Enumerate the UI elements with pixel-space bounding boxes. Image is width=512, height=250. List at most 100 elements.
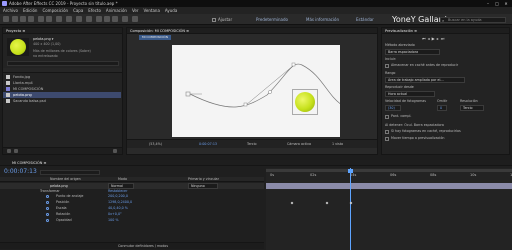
menu-item-7[interactable]: Ventana — [143, 8, 159, 13]
menu-item-8[interactable]: Ayuda — [165, 8, 177, 13]
close-icon[interactable]: ✕ — [503, 1, 509, 6]
layer-parent-select[interactable]: Ninguno — [188, 183, 218, 189]
property-value[interactable]: 100 % — [108, 218, 118, 223]
file-thumbnail — [7, 38, 29, 56]
resolution-select[interactable]: Tercio — [460, 105, 484, 111]
workspace-learn[interactable]: Más información — [306, 16, 339, 23]
zoom-select[interactable]: (53,4%) — [149, 140, 162, 149]
project-item-name: Llanta.mp4 — [13, 81, 33, 85]
file-description-2: no entrelazado — [33, 54, 58, 58]
align-toggle[interactable]: Ajustar — [212, 16, 232, 23]
project-item[interactable]: Sacando balsa.psd — [3, 98, 121, 104]
roto-tool-icon[interactable] — [122, 16, 128, 22]
keyframe-icon[interactable] — [349, 201, 353, 205]
stopwatch-icon[interactable] — [46, 213, 49, 216]
maximize-icon[interactable]: □ — [494, 1, 500, 6]
stop-option1-checkbox[interactable] — [385, 130, 389, 134]
project-footer — [3, 147, 122, 154]
new-comp-icon[interactable] — [14, 149, 18, 153]
brush-tool-icon[interactable] — [96, 16, 102, 22]
file-icon — [6, 99, 10, 103]
play-from-label: Reproducir desde — [385, 85, 414, 89]
include-label: Incluir: — [385, 57, 397, 61]
file-icon — [6, 81, 10, 85]
project-search-input[interactable] — [7, 61, 119, 66]
eraser-tool-icon[interactable] — [112, 16, 118, 22]
minimize-icon[interactable]: – — [485, 1, 491, 6]
comp-timecode[interactable]: 0:00:07:13 — [199, 140, 217, 149]
preview-tab[interactable]: Previsualización ≡ — [382, 28, 509, 34]
fullscreen-checkbox[interactable] — [385, 115, 389, 119]
keyframe-icon[interactable] — [290, 201, 294, 205]
stopwatch-icon[interactable] — [46, 219, 49, 222]
menu-item-1[interactable]: Edición — [23, 8, 37, 13]
rotate-tool-icon[interactable] — [38, 16, 44, 22]
workspace-default[interactable]: Predeterminado — [256, 16, 288, 23]
last-frame-icon[interactable]: ⏭ — [441, 36, 447, 41]
stop-option2-checkbox[interactable] — [385, 137, 389, 141]
time-graph[interactable]: 0s02s04s06s08s10s12s — [266, 168, 512, 250]
keyframe-track — [266, 194, 512, 224]
hand-tool-icon[interactable] — [20, 16, 26, 22]
property-value[interactable]: 0x+0,0° — [108, 212, 122, 217]
stopwatch-icon[interactable] — [46, 201, 49, 204]
workspace-standard[interactable]: Estándar — [356, 16, 374, 23]
views-select[interactable]: 1 vista — [332, 140, 343, 149]
composition-canvas[interactable] — [172, 45, 340, 137]
camera-select[interactable]: Cámara activa — [287, 140, 311, 149]
timeline-timecode[interactable]: 0:00:07:13 — [4, 168, 37, 176]
selection-tool-icon[interactable] — [12, 16, 18, 22]
stamp-tool-icon[interactable] — [104, 16, 110, 22]
new-folder-icon[interactable] — [7, 149, 11, 153]
preview-panel: Previsualización ≡ ⏮◂▶▸⏭ Método abreviad… — [381, 27, 510, 155]
work-area-bar[interactable] — [266, 169, 512, 172]
resolution-select[interactable]: Tercio — [247, 140, 257, 149]
cache-checkbox[interactable] — [385, 64, 389, 68]
menu-item-3[interactable]: Capa — [73, 8, 83, 13]
ball-thumbnail-icon — [10, 39, 26, 55]
zoom-tool-icon[interactable] — [28, 16, 34, 22]
framerate-field[interactable]: (30) — [385, 105, 401, 111]
text-tool-icon[interactable] — [86, 16, 92, 22]
menu-item-0[interactable]: Archivo — [3, 8, 18, 13]
pan-tool-icon[interactable] — [56, 16, 62, 22]
shortcut-select[interactable]: Barra espaciadora — [385, 49, 440, 55]
composition-tab[interactable]: Composición: MI COMPOSICIÓN ≡ — [127, 28, 377, 34]
play-from-select[interactable]: Hora actual — [385, 91, 435, 97]
property-value[interactable]: 1298,0,2400,0 — [108, 200, 132, 205]
project-tab[interactable]: Proyecto ≡ — [3, 28, 122, 34]
menu-item-2[interactable]: Composición — [42, 8, 68, 13]
ball-icon — [295, 92, 315, 112]
property-value[interactable]: 200,0,200,0 — [108, 194, 128, 199]
comp-breadcrumb[interactable]: MI COMPOSICIÓN — [139, 35, 172, 40]
timeline-search-input[interactable] — [40, 170, 100, 175]
toggle-switches-modes[interactable]: Conmutar definidores / modos — [118, 244, 168, 249]
timeline-tab[interactable]: MI COMPOSICIÓN ≡ — [0, 160, 512, 166]
skip-field[interactable]: 0 — [437, 105, 447, 111]
mask-tool-icon[interactable] — [66, 16, 72, 22]
range-select[interactable]: Área de trabajo ampliada por el… — [385, 77, 465, 83]
pen-tool-icon[interactable] — [76, 16, 82, 22]
layer-column-header: Nombre del origen Modo Primario y vincul… — [0, 177, 264, 182]
property-name: Posición — [56, 200, 70, 204]
menu-item-5[interactable]: Animación — [106, 8, 127, 13]
file-icon — [6, 75, 10, 79]
menu-item-4[interactable]: Efecto — [88, 8, 101, 13]
column-name: Nombre del origen — [50, 177, 81, 181]
help-search-input[interactable]: ⌕ Buscar en la ayuda — [440, 17, 506, 23]
playback-controls: ⏮◂▶▸⏭ — [422, 36, 472, 41]
camera-tool-icon[interactable] — [46, 16, 52, 22]
puppet-tool-icon[interactable] — [132, 16, 138, 22]
property-value[interactable]: 40,0,40,0 % — [108, 206, 128, 211]
trash-icon[interactable] — [113, 149, 117, 153]
menu-item-6[interactable]: Ver — [132, 8, 139, 13]
stopwatch-icon[interactable] — [46, 195, 49, 198]
stopwatch-icon[interactable] — [46, 207, 49, 210]
project-item-name: pelota.png — [13, 93, 32, 97]
home-icon[interactable] — [3, 16, 9, 22]
keyframe-icon[interactable] — [325, 201, 329, 205]
playhead-handle-icon[interactable] — [348, 169, 353, 173]
ball-layer[interactable] — [292, 89, 318, 115]
time-ruler[interactable]: 0s02s04s06s08s10s12s — [266, 173, 512, 179]
layer-duration-bar[interactable] — [266, 183, 512, 189]
